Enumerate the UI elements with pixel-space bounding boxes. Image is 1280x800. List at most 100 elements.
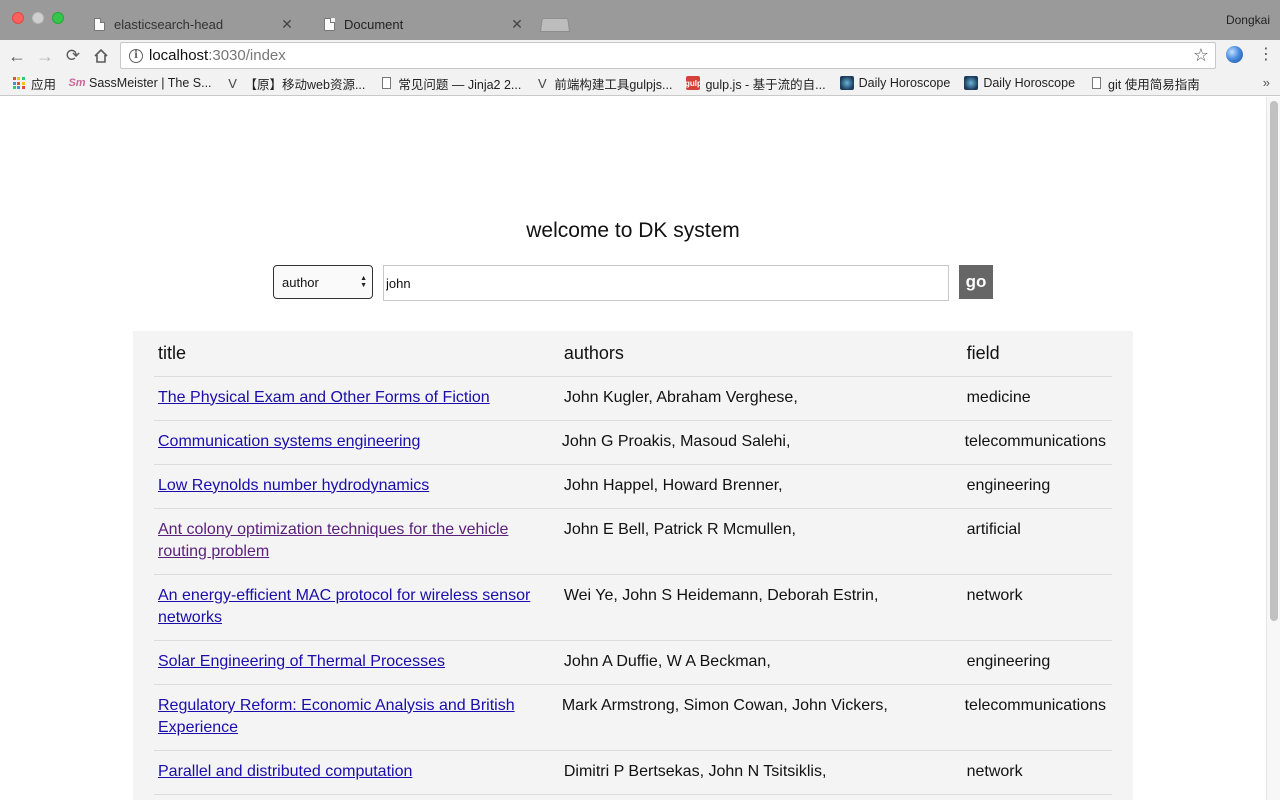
bookmark-gulpjs-tools[interactable]: V 前端构建工具gulpjs... [535, 74, 672, 93]
close-window-button[interactable] [12, 12, 24, 24]
tab-title: Document [344, 16, 404, 32]
field-cell: network [962, 750, 1112, 795]
authors-cell: John A Duffie, W A Beckman, [559, 640, 963, 685]
bookmark-sassmeister[interactable]: Sm SassMeister | The S... [68, 76, 212, 90]
authors-cell: Mark Armstrong, Simon Cowan, John Vicker… [557, 684, 961, 751]
column-header-authors: authors [559, 331, 963, 377]
page-icon [379, 76, 393, 90]
scrollbar-thumb[interactable] [1270, 101, 1278, 621]
results-panel: title authors field The Physical Exam an… [133, 331, 1133, 800]
table-row: Communication systems engineering John G… [154, 420, 1112, 465]
table-row: Ant colony optimization techniques for t… [154, 508, 1112, 575]
table-row: Regulatory Reform: Economic Analysis and… [154, 684, 1112, 751]
url-path: :3030/index [208, 47, 286, 64]
bookmark-mobile-web[interactable]: V 【原】移动web资源... [226, 74, 366, 93]
bookmark-label: Daily Horoscope [858, 76, 951, 90]
page-title: welcome to DK system [526, 219, 740, 242]
minimize-window-button[interactable] [32, 12, 44, 24]
globe-extension-icon[interactable] [1226, 46, 1243, 63]
paper-title-link[interactable]: Regulatory Reform: Economic Analysis and… [158, 697, 515, 736]
table-row: Parallel and distributed computation Dim… [154, 750, 1112, 795]
paper-title-link[interactable]: Solar Engineering of Thermal Processes [158, 653, 445, 670]
page-scrollbar[interactable] [1266, 97, 1280, 800]
page-icon [94, 17, 105, 31]
search-field-select[interactable]: author ▲ ▼ [273, 265, 373, 299]
bookmark-label: SassMeister | The S... [89, 76, 212, 90]
menu-dots-icon[interactable]: ⋮ [1258, 46, 1274, 64]
page-content: welcome to DK system author ▲▼ go title … [0, 97, 1266, 800]
sassmeister-icon: Sm [68, 77, 86, 89]
paper-title-link[interactable]: Parallel and distributed computation [158, 763, 412, 780]
address-bar[interactable]: i localhost:3030/index ☆ [120, 42, 1216, 69]
bookmark-jinja2[interactable]: 常见问题 — Jinja2 2... [379, 74, 521, 93]
field-cell: engineering [962, 464, 1112, 509]
field-cell: medicine [962, 376, 1112, 421]
page-icon [324, 17, 335, 31]
paper-title-link[interactable]: Communication systems engineering [158, 433, 420, 450]
select-value: author [282, 274, 319, 290]
results-table: title authors field The Physical Exam an… [154, 331, 1112, 795]
reload-icon[interactable]: ⟳ [62, 45, 84, 67]
paper-title-link[interactable]: An energy-efficient MAC protocol for wir… [158, 587, 530, 626]
authors-cell: John Kugler, Abraham Verghese, [559, 376, 963, 421]
field-cell: engineering [962, 640, 1112, 685]
bookmark-daily-horoscope-1[interactable]: Daily Horoscope [839, 76, 951, 90]
bookmark-label: 前端构建工具gulpjs... [554, 77, 673, 92]
field-cell: network [962, 574, 1112, 641]
column-header-title: title [154, 331, 560, 377]
bookmark-star-icon[interactable]: ☆ [1193, 45, 1209, 66]
column-header-field: field [962, 331, 1112, 377]
authors-cell: Wei Ye, John S Heidemann, Deborah Estrin… [559, 574, 963, 641]
maximize-window-button[interactable] [52, 12, 64, 24]
table-header-row: title authors field [154, 331, 1112, 377]
close-icon[interactable]: ✕ [510, 16, 524, 33]
bookmark-daily-horoscope-2[interactable]: Daily Horoscope [964, 76, 1075, 90]
paper-title-link[interactable]: Ant colony optimization techniques for t… [158, 521, 508, 560]
search-input[interactable] [383, 265, 949, 301]
table-row: Low Reynolds number hydrodynamics John H… [154, 464, 1112, 509]
forward-arrow-icon[interactable]: → [34, 45, 56, 67]
bookmarks-bar: 应用 Sm SassMeister | The S... V 【原】移动web资… [0, 71, 1280, 96]
table-row: The Physical Exam and Other Forms of Fic… [154, 376, 1112, 421]
bookmark-label: 常见问题 — Jinja2 2... [398, 77, 522, 92]
info-icon[interactable]: i [129, 48, 143, 63]
tab-elasticsearch-head[interactable]: elasticsearch-head ✕ [78, 8, 304, 40]
horoscope-icon [964, 76, 979, 90]
bookmark-label: 【原】移动web资源... [244, 77, 366, 92]
bookmark-git-guide[interactable]: git 使用简易指南 [1089, 74, 1200, 93]
close-icon[interactable]: ✕ [280, 16, 294, 33]
authors-cell: John E Bell, Patrick R Mcmullen, [559, 508, 963, 575]
tab-document[interactable]: Document ✕ [308, 8, 534, 40]
select-arrows-icon: ▲ ▼ [360, 275, 367, 289]
url-host: localhost [149, 47, 209, 64]
field-cell: telecommunications [960, 684, 1110, 751]
table-row: An energy-efficient MAC protocol for wir… [154, 574, 1112, 641]
table-row: Solar Engineering of Thermal Processes J… [154, 640, 1112, 685]
home-icon[interactable] [90, 45, 112, 67]
field-cell: telecommunications [960, 420, 1110, 465]
page-icon [1089, 76, 1103, 90]
authors-cell: John Happel, Howard Brenner, [559, 464, 963, 509]
browser-toolbar: ← → ⟳ i localhost:3030/index ☆ ⋮ [0, 40, 1280, 71]
bookmark-label: Daily Horoscope [983, 76, 1076, 90]
bookmark-label: git 使用简易指南 [1108, 77, 1200, 92]
new-tab-button[interactable] [540, 16, 570, 32]
bookmarks-overflow-icon[interactable]: » [1263, 75, 1270, 90]
v-logo-icon: V [228, 75, 237, 91]
bookmark-apps[interactable]: 应用 [12, 74, 56, 93]
profile-name[interactable]: Dongkai [1226, 13, 1270, 27]
back-arrow-icon[interactable]: ← [6, 45, 28, 67]
authors-cell: John G Proakis, Masoud Salehi, [557, 420, 961, 465]
bookmark-label: 应用 [31, 77, 57, 92]
horoscope-icon [839, 76, 854, 90]
authors-cell: Dimitri P Bertsekas, John N Tsitsiklis, [559, 750, 963, 795]
tab-title: elasticsearch-head [114, 16, 224, 32]
bookmark-gulpjs[interactable]: gulp gulp.js - 基于流的自... [685, 74, 826, 93]
field-cell: artificial [962, 508, 1112, 575]
paper-title-link[interactable]: Low Reynolds number hydrodynamics [158, 477, 429, 494]
go-button[interactable]: go [959, 265, 993, 299]
gulp-icon: gulp [685, 76, 702, 90]
v-logo-icon: V [538, 75, 547, 91]
tab-strip: elasticsearch-head ✕ Document ✕ Dongkai [0, 0, 1280, 40]
paper-title-link[interactable]: The Physical Exam and Other Forms of Fic… [158, 389, 490, 406]
